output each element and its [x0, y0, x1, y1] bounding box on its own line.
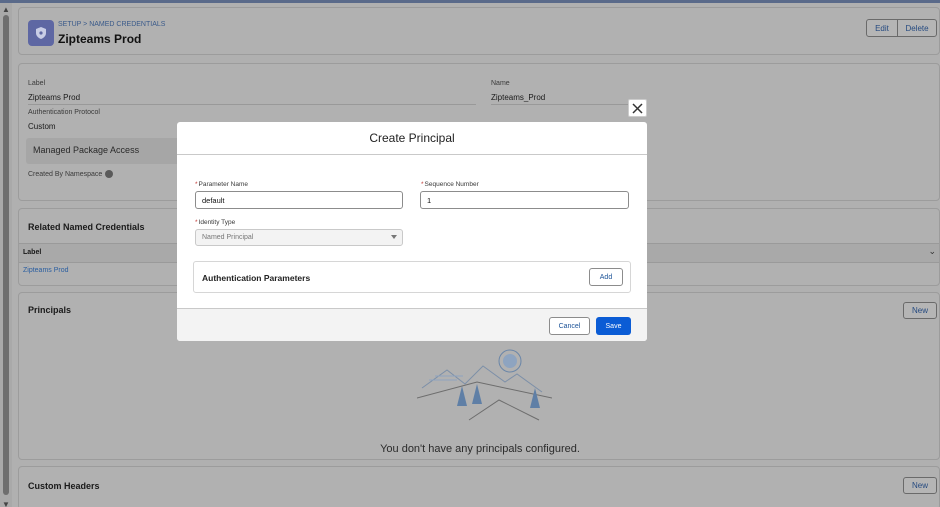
label-field-label: Label	[28, 80, 46, 87]
sequence-number-label-text: Sequence Number	[424, 181, 479, 188]
managed-package-access-label: Managed Package Access	[33, 145, 140, 155]
field-divider	[491, 104, 631, 105]
sequence-number-label: *Sequence Number	[421, 181, 479, 188]
parameter-name-input[interactable]: default	[195, 191, 403, 209]
empty-state-message: You don't have any principals configured…	[380, 443, 580, 455]
table-row-link[interactable]: Zipteams Prod	[23, 267, 69, 274]
close-modal-button[interactable]	[628, 99, 647, 117]
empty-state-illustration	[417, 349, 552, 421]
add-parameter-button[interactable]: Add	[589, 268, 623, 286]
identity-type-label-text: Identity Type	[198, 219, 236, 226]
principals-title: Principals	[28, 305, 72, 315]
required-marker: *	[195, 181, 198, 188]
required-marker: *	[195, 219, 198, 226]
close-icon	[632, 102, 643, 114]
page-title: Zipteams Prod	[58, 32, 142, 46]
scrollbar[interactable]: ▲ ▼	[0, 3, 12, 507]
auth-protocol-value: Custom	[28, 122, 56, 131]
parameter-name-label: *Parameter Name	[195, 181, 248, 188]
cancel-button[interactable]: Cancel	[549, 317, 590, 335]
authentication-parameters-title: Authentication Parameters	[202, 273, 311, 283]
identity-type-value: Named Principal	[202, 234, 254, 241]
new-principal-button[interactable]: New	[903, 302, 937, 319]
chevron-down-icon[interactable]: ⌄	[928, 246, 936, 257]
scroll-down-icon[interactable]: ▼	[1, 501, 11, 507]
scroll-up-icon[interactable]: ▲	[1, 6, 11, 14]
name-field-value: Zipteams_Prod	[491, 93, 546, 102]
related-title: Related Named Credentials	[28, 222, 145, 232]
create-principal-modal: Create Principal *Parameter Name default…	[177, 122, 647, 341]
sequence-number-input[interactable]: 1	[420, 191, 629, 209]
breadcrumb[interactable]: SETUP > NAMED CREDENTIALS	[58, 21, 165, 28]
chevron-down-icon	[391, 235, 397, 239]
named-credential-icon	[28, 20, 54, 46]
label-field-value: Zipteams Prod	[28, 93, 81, 102]
name-field-label: Name	[491, 80, 510, 87]
custom-headers-section: Custom Headers New	[18, 466, 940, 507]
modal-title: Create Principal	[177, 122, 647, 155]
custom-headers-title: Custom Headers	[28, 481, 100, 491]
auth-protocol-label: Authentication Protocol	[28, 109, 100, 116]
required-marker: *	[421, 181, 424, 188]
edit-button[interactable]: Edit	[866, 19, 898, 37]
parameter-name-label-text: Parameter Name	[198, 181, 249, 188]
created-by-namespace-label: Created By Namespace	[28, 170, 103, 178]
top-border	[0, 0, 940, 3]
info-icon[interactable]	[105, 170, 114, 178]
scrollbar-thumb[interactable]	[3, 15, 9, 495]
column-label[interactable]: Label	[23, 249, 41, 256]
authentication-parameters-section: Authentication Parameters Add	[193, 261, 631, 293]
delete-button[interactable]: Delete	[897, 19, 937, 37]
new-custom-header-button[interactable]: New	[903, 477, 937, 494]
record-header: SETUP > NAMED CREDENTIALS Zipteams Prod …	[18, 7, 940, 55]
modal-footer: Cancel Save	[177, 308, 647, 341]
identity-type-select[interactable]: Named Principal	[195, 229, 403, 246]
created-by-namespace: Created By Namespace	[28, 170, 114, 178]
field-divider	[28, 104, 476, 105]
save-button[interactable]: Save	[596, 317, 631, 335]
identity-type-label: *Identity Type	[195, 219, 235, 226]
